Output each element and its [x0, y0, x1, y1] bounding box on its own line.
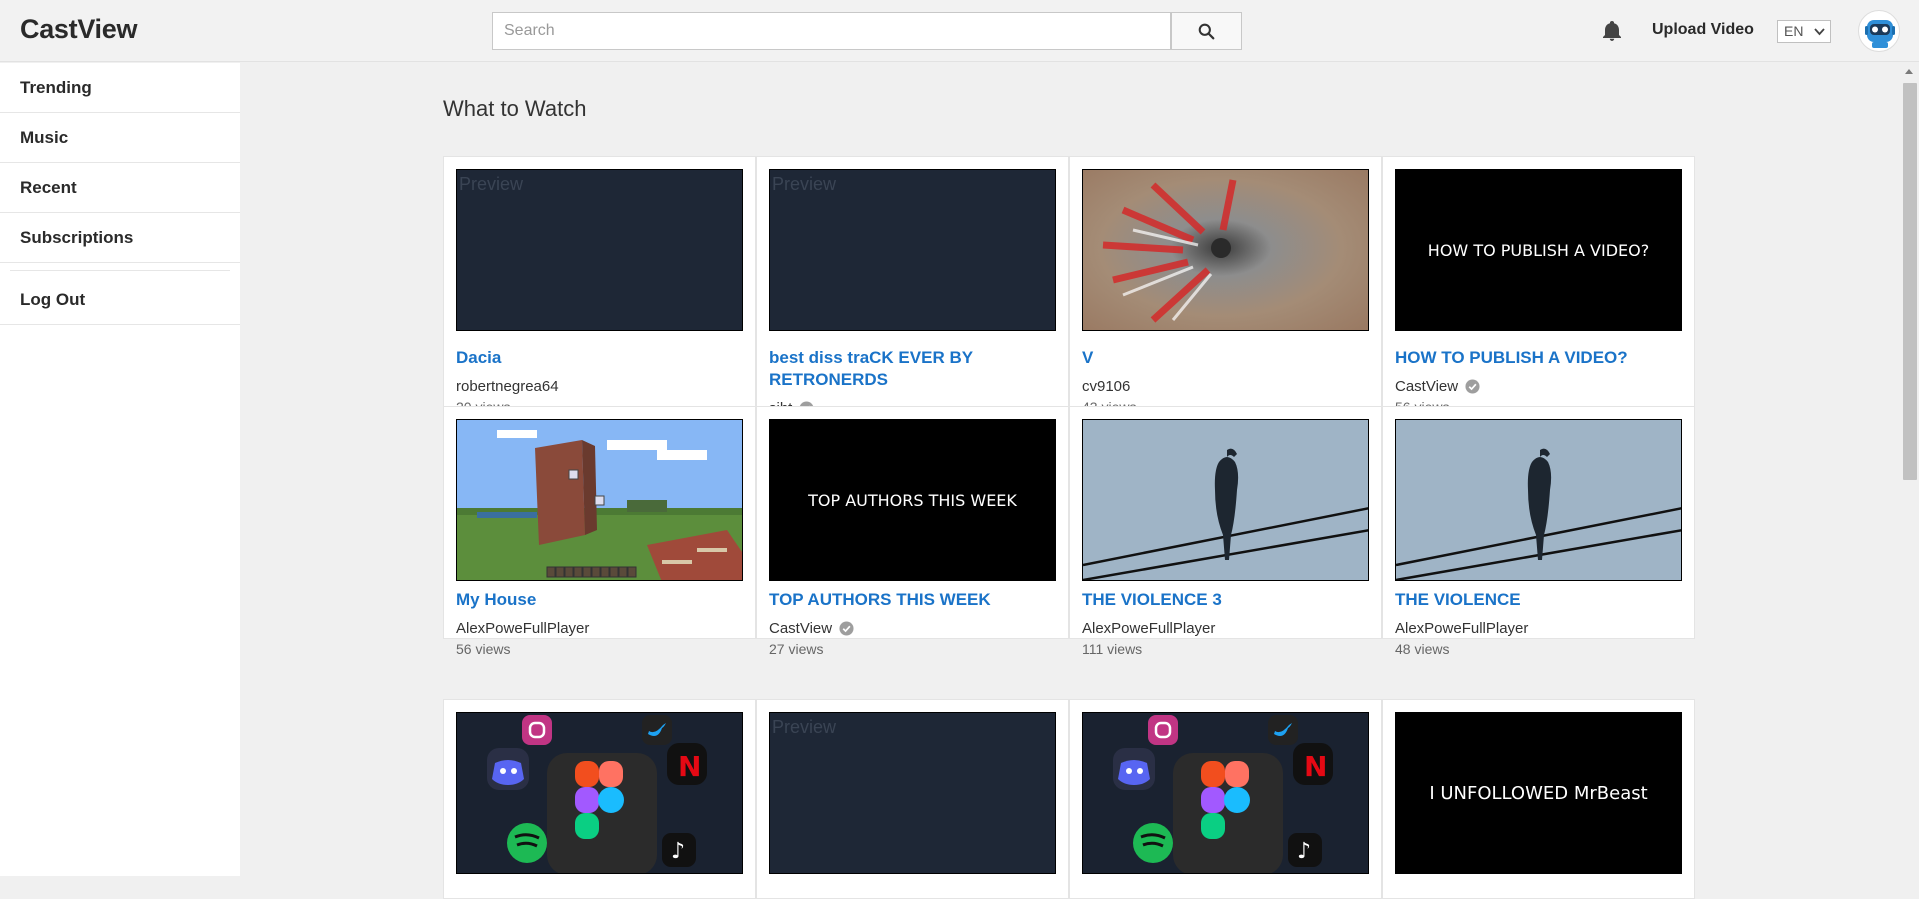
video-author-link[interactable]: CastView	[1395, 378, 1480, 395]
video-thumbnail[interactable]	[456, 419, 743, 581]
author-name: robertnegrea64	[456, 378, 559, 395]
video-title-link[interactable]: THE VIOLENCE	[1395, 589, 1685, 611]
video-card[interactable]: Vcv910643 views	[1069, 156, 1382, 415]
video-thumbnail[interactable]: Preview	[769, 169, 1056, 331]
search-bar	[492, 12, 1242, 50]
sidebar-item-trending[interactable]: Trending	[0, 63, 240, 113]
video-title-link[interactable]: HOW TO PUBLISH A VIDEO?	[1395, 347, 1685, 369]
video-thumbnail-image	[1083, 170, 1368, 330]
author-name: CastView	[1395, 378, 1459, 395]
video-thumbnail[interactable]: HOW TO PUBLISH A VIDEO?	[1395, 169, 1682, 331]
page-scrollbar[interactable]	[1900, 63, 1919, 876]
video-card[interactable]: PreviewDaciarobertnegrea6420 views	[443, 156, 756, 415]
video-thumbnail[interactable]: TOP AUTHORS THIS WEEK	[769, 419, 1056, 581]
video-author-link[interactable]: robertnegrea64	[456, 378, 559, 395]
svg-text:♪: ♪	[1297, 839, 1311, 864]
svg-text:N: N	[1304, 750, 1327, 783]
robot-avatar-icon	[1865, 20, 1895, 48]
video-thumbnail[interactable]: Preview	[769, 712, 1056, 874]
thumbnail-caption: HOW TO PUBLISH A VIDEO?	[1427, 240, 1650, 260]
video-author-link[interactable]: cv9106	[1082, 378, 1130, 395]
video-thumbnail[interactable]: N ♪	[1082, 712, 1369, 874]
video-view-count: 27 views	[769, 641, 824, 657]
video-author-link[interactable]: AlexPoweFullPlayer	[1395, 620, 1528, 637]
user-avatar[interactable]	[1858, 10, 1900, 52]
author-name: AlexPoweFullPlayer	[1082, 620, 1216, 637]
video-title-link[interactable]: My House	[456, 589, 746, 611]
video-author-link[interactable]: AlexPoweFullPlayer	[1082, 620, 1215, 637]
author-name: AlexPoweFullPlayer	[1395, 620, 1529, 637]
verified-badge-icon	[1465, 379, 1480, 394]
thumbnail-caption: I UNFOLLOWED MrBeast	[1429, 782, 1648, 804]
svg-text:♪: ♪	[671, 839, 685, 864]
video-thumbnail[interactable]	[1395, 419, 1682, 581]
thumbnail-caption: TOP AUTHORS THIS WEEK	[808, 490, 1017, 510]
video-thumbnail-image	[1083, 420, 1368, 580]
video-view-count: 56 views	[456, 641, 511, 657]
main-content: What to Watch Preview Dacia robertnegrea64…	[240, 63, 1900, 899]
site-logo[interactable]: CastView	[20, 14, 137, 45]
video-thumbnail-image: N♪	[457, 713, 742, 873]
video-author-link[interactable]: AlexPoweFullPlayer	[456, 620, 589, 637]
author-name: AlexPoweFullPlayer	[456, 620, 590, 637]
video-view-count: 48 views	[1395, 641, 1450, 657]
video-thumbnail-image	[457, 420, 742, 580]
video-thumbnail[interactable]: N ♪	[456, 712, 743, 874]
video-card[interactable]: Preview best diss traCK EVER BY RETRONERD…	[756, 156, 1069, 437]
sidebar-item-recent[interactable]: Recent	[0, 163, 240, 213]
upload-video-button[interactable]: Upload Video	[1652, 21, 1754, 39]
search-input[interactable]	[492, 12, 1171, 50]
video-card[interactable]: Preview	[756, 699, 1069, 899]
chevron-down-icon	[1814, 28, 1825, 36]
scrollbar-thumb[interactable]	[1903, 83, 1917, 480]
author-name: cv9106	[1082, 378, 1131, 395]
video-card[interactable]: I UNFOLLOWED MrBeast	[1382, 699, 1695, 899]
video-thumbnail-image	[1396, 420, 1681, 580]
notifications-bell-icon[interactable]	[1600, 19, 1624, 43]
video-thumbnail[interactable]	[1082, 419, 1369, 581]
broken-image-alt-text: Preview	[459, 174, 524, 194]
search-button[interactable]	[1171, 12, 1242, 50]
broken-image-alt-text: Preview	[772, 717, 837, 737]
video-card[interactable]: HOW TO PUBLISH A VIDEO? HOW TO PUBLISH A …	[1382, 156, 1695, 415]
video-author-link[interactable]: CastView	[769, 620, 854, 637]
video-title-link[interactable]: best diss traCK EVER BY RETRONERDS	[769, 347, 1059, 391]
video-card[interactable]: My House AlexPoweFullPlayer 56 views	[443, 406, 756, 657]
video-card[interactable]: THE VIOLENCE AlexPoweFullPlayer 48 views	[1382, 406, 1695, 657]
sidebar: Trending Music Recent Subscriptions Log …	[0, 63, 240, 876]
video-card[interactable]: THE VIOLENCE 3 AlexPoweFullPlayer 111 view…	[1069, 406, 1382, 657]
broken-image-alt-text: Preview	[772, 174, 837, 194]
video-thumbnail[interactable]: I UNFOLLOWED MrBeast	[1395, 712, 1682, 874]
author-name: CastView	[769, 620, 833, 637]
video-card[interactable]: N ♪	[1069, 699, 1382, 899]
video-title-link[interactable]: THE VIOLENCE 3	[1082, 589, 1372, 611]
video-title-link[interactable]: TOP AUTHORS THIS WEEK	[769, 589, 1059, 611]
video-card[interactable]: N ♪	[443, 699, 756, 899]
video-thumbnail[interactable]: Preview	[456, 169, 743, 331]
sidebar-divider	[10, 263, 230, 271]
video-view-count: 111 views	[1082, 641, 1143, 657]
video-title-link[interactable]: V	[1082, 347, 1372, 369]
svg-text:N: N	[678, 750, 701, 783]
language-value: EN	[1784, 23, 1804, 39]
video-thumbnail[interactable]	[1082, 169, 1369, 331]
page-title: What to Watch	[443, 96, 587, 121]
video-card[interactable]: TOP AUTHORS THIS WEEK TOP AUTHORS THIS WE…	[756, 406, 1069, 657]
video-thumbnail-image: N♪	[1083, 713, 1368, 873]
top-header: CastView Upload Video EN	[0, 0, 1919, 62]
sidebar-item-music[interactable]: Music	[0, 113, 240, 163]
search-icon	[1198, 23, 1215, 39]
sidebar-item-subscriptions[interactable]: Subscriptions	[0, 213, 240, 263]
scroll-up-arrow-icon[interactable]	[1905, 69, 1913, 74]
log-out-button[interactable]: Log Out	[0, 271, 240, 325]
video-title-link[interactable]: Dacia	[456, 347, 746, 369]
verified-badge-icon	[839, 621, 854, 636]
language-select[interactable]: EN	[1777, 20, 1831, 43]
